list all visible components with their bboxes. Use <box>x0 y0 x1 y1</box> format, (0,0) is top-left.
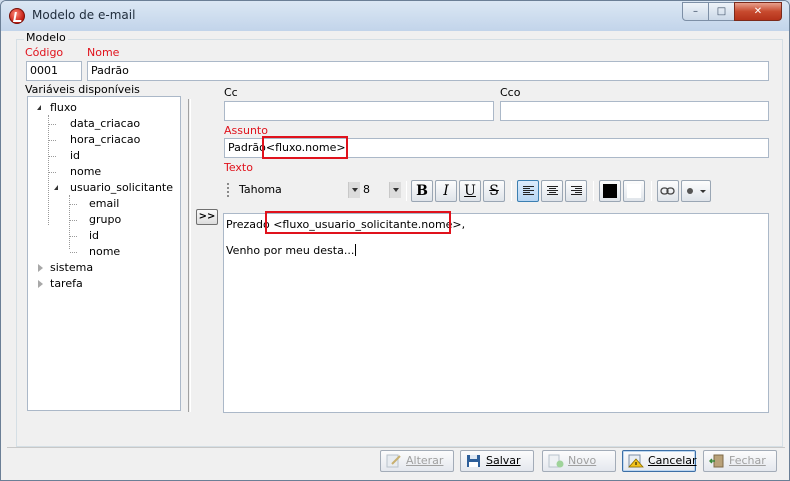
email-template-window: Modelo de e-mail – □ ✕ Modelo Código 000… <box>0 0 790 481</box>
fechar-button[interactable]: Fechar <box>703 450 777 472</box>
tree-node-nome[interactable]: nome <box>70 165 101 178</box>
tree-connector <box>70 236 77 237</box>
cco-field[interactable] <box>500 101 769 121</box>
font-size-select[interactable]: 8 <box>359 182 389 200</box>
tree-node-sistema[interactable]: sistema <box>50 261 93 274</box>
body-text: Venho por meu desta... <box>226 244 355 257</box>
toolbar-separator <box>651 181 652 201</box>
cco-label: Cco <box>500 86 521 99</box>
text-caret <box>355 244 357 256</box>
font-color-button[interactable] <box>599 180 621 202</box>
footer-divider <box>7 447 785 448</box>
tree-connector <box>49 156 56 157</box>
exit-door-icon <box>709 454 724 468</box>
cancelar-button[interactable]: Cancelar <box>622 450 697 472</box>
panel-splitter[interactable] <box>188 99 191 412</box>
tree-node-usuario-nome[interactable]: nome <box>89 245 120 258</box>
new-document-icon <box>548 454 564 468</box>
close-button[interactable]: ✕ <box>734 2 782 21</box>
toolbar-separator <box>593 181 594 201</box>
background-color-button[interactable] <box>623 180 645 202</box>
more-options-button[interactable] <box>681 180 711 202</box>
insert-variable-button[interactable]: >> <box>196 209 218 225</box>
edit-icon <box>386 454 401 468</box>
cc-field[interactable] <box>224 101 494 121</box>
align-right-icon <box>571 186 582 197</box>
assunto-prefix: Padrão <box>228 141 266 154</box>
alterar-button[interactable]: Alterar <box>380 450 454 472</box>
align-left-button[interactable] <box>517 180 539 202</box>
alterar-label: Alterar <box>406 454 444 467</box>
tree-node-grupo[interactable]: grupo <box>89 213 121 226</box>
codigo-field[interactable]: 0001 <box>26 61 82 81</box>
cc-label: Cc <box>224 86 238 99</box>
fechar-label: Fechar <box>729 454 766 467</box>
maximize-button[interactable]: □ <box>708 2 735 21</box>
tree-connector <box>70 204 77 205</box>
tree-node-fluxo[interactable]: fluxo <box>50 101 77 114</box>
bullet-icon <box>687 188 693 194</box>
toolbar-grip-icon[interactable] <box>227 183 229 197</box>
tree-connector <box>49 124 56 125</box>
toolbar-separator <box>511 181 512 201</box>
nome-field[interactable]: Padrão <box>87 61 769 81</box>
minimize-button[interactable]: – <box>682 2 709 21</box>
align-left-icon <box>523 186 534 197</box>
cancel-icon <box>628 454 644 468</box>
font-size-dropdown-icon[interactable] <box>389 182 401 198</box>
texto-label: Texto <box>224 161 253 174</box>
italic-button[interactable]: I <box>435 180 457 202</box>
tree-node-usuario-id[interactable]: id <box>89 229 99 242</box>
strikethrough-button[interactable]: S <box>483 180 505 202</box>
novo-label: Novo <box>568 454 597 467</box>
assunto-variable-highlight <box>262 136 348 159</box>
formatting-toolbar: Tahoma 8 B I U S <box>223 177 723 203</box>
insert-link-button[interactable] <box>657 180 679 202</box>
greeting-variable-highlight <box>265 211 451 234</box>
tree-branch-line <box>48 115 49 225</box>
cancelar-label: Cancelar <box>648 454 697 467</box>
align-center-button[interactable] <box>541 180 563 202</box>
editor-line-body: Venho por meu desta... <box>226 244 357 257</box>
tree-connector <box>49 140 56 141</box>
modelo-group-label: Modelo <box>24 31 68 44</box>
tree-connector <box>49 172 56 173</box>
expand-sistema-icon[interactable] <box>38 264 43 272</box>
salvar-label: Salvar <box>486 454 521 467</box>
align-right-button[interactable] <box>565 180 587 202</box>
nome-label: Nome <box>87 46 120 59</box>
title-bar[interactable]: Modelo de e-mail – □ ✕ <box>1 1 789 31</box>
tree-node-email[interactable]: email <box>89 197 119 210</box>
app-icon <box>9 8 25 24</box>
tree-node-id[interactable]: id <box>70 149 80 162</box>
tree-node-data-criacao[interactable]: data_criacao <box>70 117 140 130</box>
align-center-icon <box>547 186 558 197</box>
variables-label: Variáveis disponíveis <box>25 83 140 96</box>
font-family-select[interactable]: Tahoma <box>235 182 347 200</box>
window-title: Modelo de e-mail <box>32 8 136 22</box>
bold-button[interactable]: B <box>411 180 433 202</box>
tree-connector <box>70 220 77 221</box>
salvar-button[interactable]: Salvar <box>460 450 534 472</box>
toolbar-separator <box>406 181 407 201</box>
tree-connector <box>70 252 77 253</box>
expand-usuario-solicitante-icon[interactable] <box>54 185 58 190</box>
expand-fluxo-icon[interactable] <box>37 105 41 110</box>
dialog-body: Modelo Código 0001 Nome Padrão Variáveis… <box>7 31 785 477</box>
underline-button[interactable]: U <box>459 180 481 202</box>
background-color-swatch-icon <box>627 184 641 198</box>
tree-node-tarefa[interactable]: tarefa <box>50 277 83 290</box>
save-icon <box>467 455 480 467</box>
expand-tarefa-icon[interactable] <box>38 280 43 288</box>
email-body-editor[interactable]: Prezado <fluxo_usuario_solicitante.nome>… <box>223 213 769 413</box>
font-color-swatch-icon <box>603 184 617 198</box>
novo-button[interactable]: Novo <box>542 450 616 472</box>
tree-node-hora-criacao[interactable]: hora_criacao <box>70 133 140 146</box>
chevron-down-icon <box>700 190 706 193</box>
codigo-label: Código <box>25 46 64 59</box>
greeting-text: Prezado <box>226 218 270 231</box>
link-icon <box>660 187 675 195</box>
variables-tree[interactable]: fluxo data_criacao hora_criacao id nome … <box>27 96 181 411</box>
tree-node-usuario-solicitante[interactable]: usuario_solicitante <box>70 181 173 194</box>
